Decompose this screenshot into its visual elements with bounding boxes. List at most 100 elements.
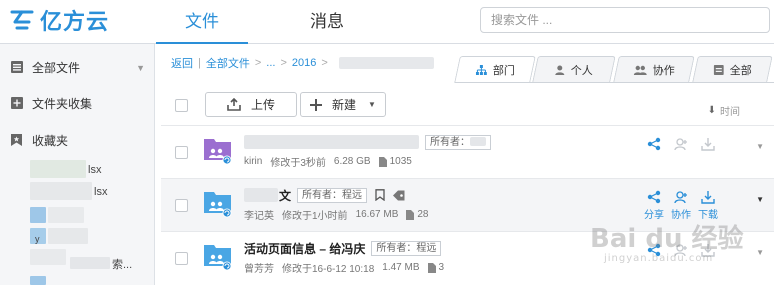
row-menu-caret-icon[interactable]: ▼ [756,248,764,257]
row-actions [641,136,771,168]
plus-square-icon [10,97,23,110]
row-actions: 分享 协作 下载 [641,189,771,221]
file-count-icon [406,209,415,220]
breadcrumb-ellipsis[interactable]: ... [266,57,275,69]
select-all-checkbox[interactable] [175,99,188,112]
tab-collaboration[interactable]: 协作 [613,56,695,82]
file-name[interactable]: 文 所有者：程远 [244,187,405,203]
sidebar-item-all-files[interactable]: 全部文件 ▼ [0,49,155,85]
file-meta: kirin 修改于3秒前 6.28 GB 1035 [244,155,420,169]
file-size: 6.28 GB [333,156,371,167]
bookmark-icon[interactable] [375,189,385,201]
upload-button[interactable]: 上传 [205,92,297,117]
breadcrumb-all-files[interactable]: 全部文件 [206,55,250,71]
breadcrumb-back[interactable]: 返回 [171,55,193,71]
collaborate-icon [674,244,687,257]
tree-item-blurred[interactable] [30,160,86,178]
tree-item-blurred[interactable] [30,182,92,200]
plus-icon [310,98,323,111]
row-checkbox[interactable] [175,146,188,159]
tree-item-fragment: 索... [112,259,133,271]
tree-item-fragment: lsx [94,186,108,198]
sort-by-time[interactable]: ⬇ 时间 [708,103,740,118]
file-row[interactable]: 文 所有者：程远 李记英 修改于1小时前 16.67 MB 28 分享 协作 下… [161,178,774,231]
share-button[interactable] [641,242,667,258]
row-menu-caret-icon[interactable]: ▼ [756,195,764,204]
share-icon [647,243,661,257]
bookmark-icon [10,134,23,147]
collaborate-label: 协作 [671,210,691,221]
author: 李记英 [244,211,274,222]
logo-mark-icon [10,10,34,30]
breadcrumb-separator: | [198,57,201,69]
file-count: 3 [438,262,445,273]
breadcrumb-chevron-icon: > [321,57,328,69]
collaborate-button[interactable]: 协作 [668,189,694,221]
file-meta: 李记英 修改于1小时前 16.67 MB 28 [244,208,437,222]
tree-item-blurred[interactable] [70,257,110,269]
sidebar-item-folder-collect[interactable]: 文件夹收集 [0,85,155,121]
tree-item-blurred[interactable] [48,228,88,244]
folder-icon [204,245,232,271]
tab-all[interactable]: 全部 [692,56,773,82]
sidebar: 全部文件 ▼ 文件夹收集 收藏夹 lsx lsx y 索... [0,44,155,285]
caret-down-icon: ▼ [368,100,376,109]
download-button[interactable] [695,136,721,152]
logo[interactable]: 亿方云 [10,6,110,35]
owner-badge: 所有者：程远 [371,240,442,256]
tree-item-blurred[interactable] [48,207,84,223]
tab-underline [455,82,774,83]
breadcrumb-chevron-icon: > [280,57,287,69]
search-box[interactable] [480,7,770,33]
share-button[interactable]: 分享 [641,189,667,221]
top-bar: 亿方云 文件 消息 [0,0,774,45]
file-count-icon [378,156,387,167]
sidebar-item-label: 全部文件 [32,60,81,75]
file-name[interactable]: 所有者： [244,134,491,150]
tree-folder-icon [30,207,46,223]
share-label: 分享 [644,210,664,221]
file-row[interactable]: 所有者： kirin 修改于3秒前 6.28 GB 1035 ▼ [161,125,774,178]
share-icon [647,137,661,151]
logo-text: 亿方云 [40,10,110,35]
file-name[interactable]: 活动页面信息 – 给冯庆 所有者：程远 [244,240,442,256]
tab-department[interactable]: 部门 [454,56,536,83]
collaborate-icon [674,191,687,204]
file-name-blurred [244,135,419,149]
file-row[interactable]: 活动页面信息 – 给冯庆 所有者：程远 曾芳芳 修改于16-6-12 10:18… [161,231,774,284]
modified-time: 修改于1小时前 [282,211,348,222]
tree-item-blurred[interactable] [30,249,66,265]
file-count: 28 [417,209,429,220]
owner-badge: 所有者： [425,134,491,150]
collaborate-button[interactable] [668,136,694,152]
breadcrumb-2016[interactable]: 2016 [292,57,316,69]
new-label: 新建 [332,98,357,112]
arrow-down-icon: ⬇ [707,105,716,116]
row-checkbox[interactable] [175,199,188,212]
chevron-down-icon[interactable]: ▼ [136,63,145,73]
download-icon [701,191,715,204]
author: kirin [244,156,263,167]
tab-files[interactable]: 文件 [156,0,248,45]
row-checkbox[interactable] [175,252,188,265]
row-menu-caret-icon[interactable]: ▼ [756,142,764,151]
download-button[interactable] [695,242,721,258]
tab-label: 协作 [652,64,675,77]
share-button[interactable] [641,136,667,152]
tree-item-fragment: lsx [88,164,102,176]
tab-personal[interactable]: 个人 [532,56,616,82]
file-size: 16.67 MB [355,209,399,220]
tab-messages[interactable]: 消息 [284,0,370,44]
upload-label: 上传 [250,98,275,112]
search-input[interactable] [481,8,769,32]
share-icon [647,190,661,204]
author: 曾芳芳 [244,264,274,275]
collaborate-button[interactable] [668,242,694,258]
sidebar-item-favorites[interactable]: 收藏夹 [0,122,155,158]
group-icon [633,65,647,75]
new-button[interactable]: 新建 ▼ [300,92,386,117]
download-label: 下载 [698,210,718,221]
tag-icon[interactable] [393,190,405,201]
download-button[interactable]: 下载 [695,189,721,221]
upload-icon [227,98,241,111]
